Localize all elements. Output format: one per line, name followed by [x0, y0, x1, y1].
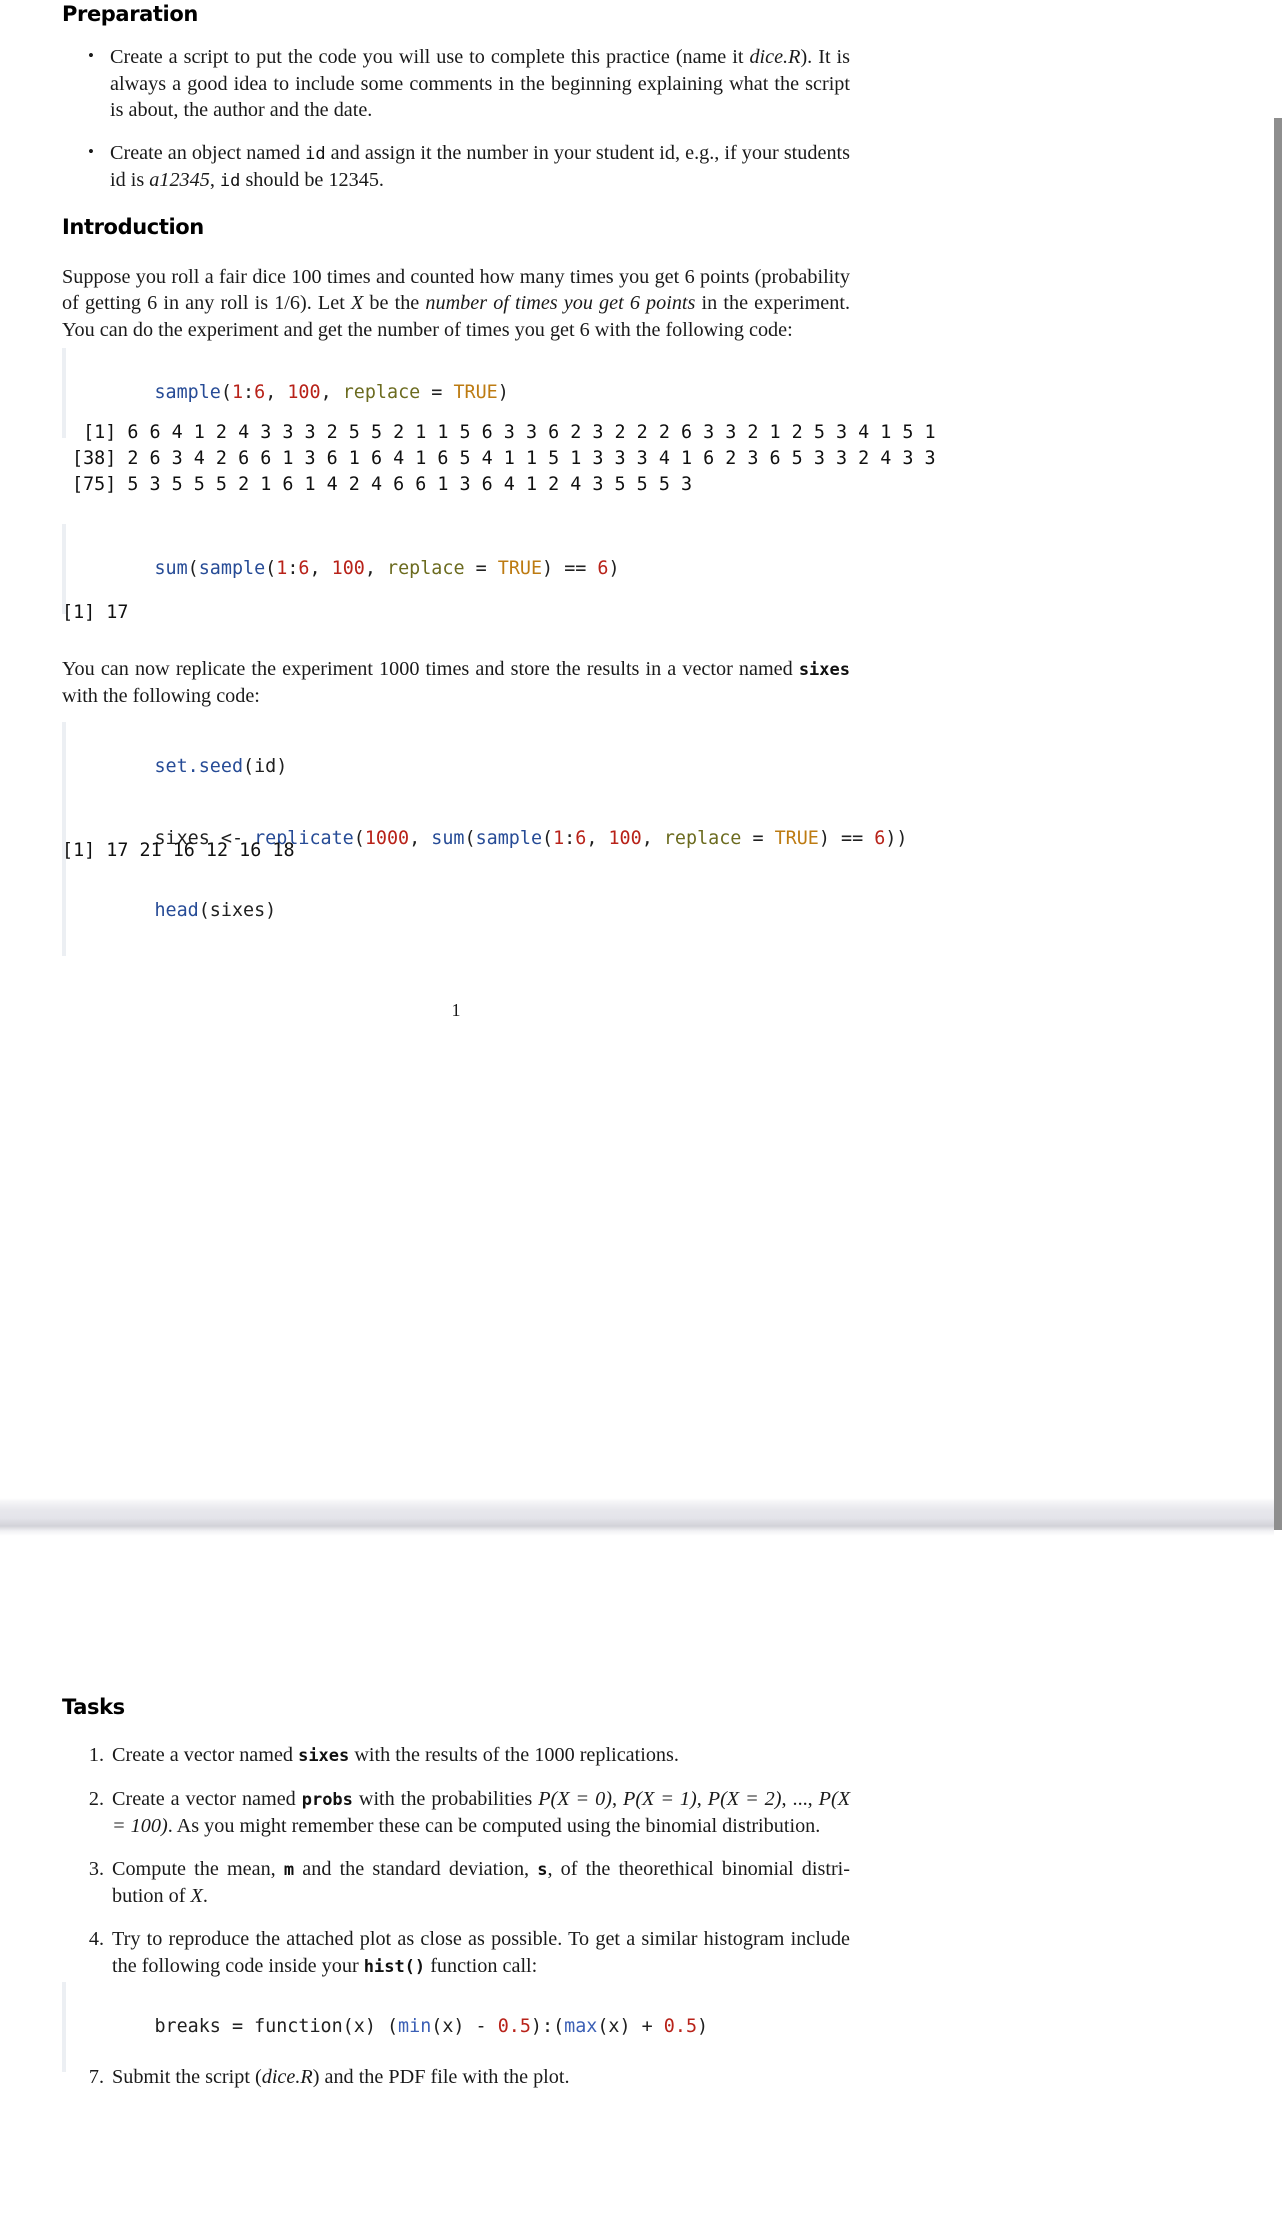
- list-marker: 1.: [88, 1744, 104, 1766]
- list-marker: 4.: [88, 1927, 104, 1950]
- tasks-list-continued: 7. Submit the script (dice.R) and the PD…: [62, 2064, 850, 2091]
- task-text: ,: [781, 1787, 787, 1810]
- task-text: distribution.: [722, 1815, 821, 1838]
- paragraph-text: of getting 6 in any roll is 1/6). Let: [62, 292, 351, 315]
- emphasis-filename: dice.R: [749, 46, 801, 68]
- heading-preparation: Preparation: [62, 2, 198, 26]
- document-page-1: Preparation Create a script to put the c…: [0, 0, 1274, 1498]
- math-expression: P(X = 1): [622, 1787, 697, 1810]
- task-text: Try to reproduce the attached plot as cl…: [112, 1927, 850, 1950]
- list-item: Create an object named id and assign it …: [62, 139, 850, 195]
- inline-code: probs: [301, 1789, 353, 1810]
- tasks-list: 1. Create a vector named sixes with the …: [62, 1742, 850, 1980]
- task-text: ...,: [792, 1787, 819, 1810]
- list-item: 2. Create a vector named probs with the …: [62, 1786, 850, 1840]
- task-text: .: [202, 1885, 208, 1908]
- paragraph-text: in the experiment.: [695, 292, 851, 315]
- paragraph-text: with the following code:: [62, 685, 260, 708]
- scrollbar-thumb[interactable]: [1274, 118, 1282, 1530]
- bullet-text: ,: [209, 169, 220, 192]
- list-marker: 7.: [88, 2066, 104, 2088]
- task-text: with the results of the 1000 replication…: [349, 1744, 679, 1766]
- task-text: Compute the mean,: [112, 1857, 284, 1880]
- task-text: the following code inside your: [112, 1954, 364, 1977]
- task-text: , of the theorethical binomial distri-: [547, 1857, 851, 1880]
- bullet-text: and assign it the number in your student…: [325, 141, 779, 164]
- code-line: breaks = function(x) (min(x) - 0.5):(max…: [154, 2016, 709, 2037]
- math-variable: X: [190, 1885, 203, 1908]
- list-marker: 3.: [88, 1857, 104, 1880]
- task-text: ,: [611, 1787, 623, 1810]
- output-line: [1] 6 6 4 1 2 4 3 3 3 2 5 5 2 1 1 5 6 3 …: [72, 422, 936, 443]
- task-text: bution of: [112, 1885, 191, 1908]
- output-head: [1] 17 21 16 12 16 18: [62, 840, 295, 861]
- heading-tasks: Tasks: [62, 1695, 125, 1719]
- paragraph-text: Suppose you roll a fair dice 100 times a…: [62, 266, 850, 288]
- heading-introduction: Introduction: [62, 215, 204, 239]
- math-variable: X: [350, 292, 364, 315]
- math-expression: P(X = 2): [707, 1787, 782, 1810]
- inline-code: hist(): [363, 1956, 426, 1977]
- preparation-bullet-list: Create a script to put the code you will…: [62, 43, 850, 195]
- code-line: sample(1:6, 100, replace = TRUE): [154, 382, 509, 403]
- output-line: [38] 2 6 3 4 2 6 6 1 3 6 1 6 4 1 6 5 4 1…: [72, 448, 936, 469]
- inline-code: id: [219, 171, 241, 192]
- inline-code: m: [283, 1859, 295, 1880]
- output-sample-vector: [1] 6 6 4 1 2 4 3 3 3 2 5 5 2 1 1 5 6 3 …: [72, 420, 936, 498]
- inline-code: sixes: [298, 1746, 350, 1766]
- bullet-text: Create an object named: [110, 141, 306, 164]
- inline-code: sixes: [798, 660, 850, 680]
- emphasis-id: a12345: [149, 169, 210, 192]
- page-break-separator: [0, 1498, 1274, 1536]
- task-text: Create a vector named: [112, 1744, 299, 1766]
- list-item: 1. Create a vector named sixes with the …: [62, 1742, 850, 1770]
- page-number: 1: [451, 1000, 461, 1020]
- task-text: with the probabilities: [352, 1787, 539, 1810]
- introduction-paragraph: Suppose you roll a fair dice 100 times a…: [62, 264, 850, 343]
- paragraph-text: You can now replicate the experiment 100…: [62, 658, 799, 680]
- task-text: Submit the script (: [112, 2066, 262, 2088]
- inline-code: s: [537, 1859, 548, 1880]
- replicate-paragraph: You can now replicate the experiment 100…: [62, 656, 850, 710]
- task-text: Create a vector named: [112, 1787, 302, 1810]
- code-line: head(sixes): [154, 900, 277, 921]
- code-line: sum(sample(1:6, 100, replace = TRUE) == …: [154, 558, 620, 579]
- bullet-text: Create a script to put the code you will…: [110, 46, 750, 68]
- task-text: and the standard deviation,: [294, 1857, 538, 1880]
- list-item: 7. Submit the script (dice.R) and the PD…: [62, 2064, 850, 2091]
- bullet-text: ).: [800, 46, 813, 68]
- document-page-2: Tasks 1. Create a vector named sixes wit…: [0, 1536, 1274, 2238]
- task-text: function call:: [425, 1954, 538, 1977]
- inline-code: id: [305, 143, 326, 164]
- task-text: ,: [696, 1787, 708, 1810]
- task-text: . As you might remember these can be com…: [167, 1815, 718, 1838]
- output-sum: [1] 17: [62, 602, 129, 623]
- code-chunk-breaks: breaks = function(x) (min(x) - 0.5):(max…: [62, 1982, 876, 2072]
- paragraph-text: be the: [363, 292, 426, 315]
- emphasis-definition: number of times you get 6 points: [425, 292, 696, 315]
- bullet-text: should be 12345.: [240, 169, 384, 192]
- code-line: set.seed(id): [154, 756, 288, 777]
- list-marker: 2.: [88, 1787, 104, 1810]
- paragraph-text: You can do the experiment and get the nu…: [62, 318, 793, 341]
- list-item: 3. Compute the mean, m and the standard …: [62, 1856, 850, 1910]
- math-expression: P(X = 0): [538, 1787, 612, 1810]
- list-item: Create a script to put the code you will…: [62, 43, 850, 124]
- task-text: ) and the PDF file with the plot.: [312, 2066, 570, 2088]
- output-line: [75] 5 3 5 5 5 2 1 6 1 4 2 4 6 6 1 3 6 4…: [72, 474, 693, 495]
- emphasis-filename: dice.R: [261, 2066, 313, 2088]
- list-item: 4. Try to reproduce the attached plot as…: [62, 1926, 850, 1980]
